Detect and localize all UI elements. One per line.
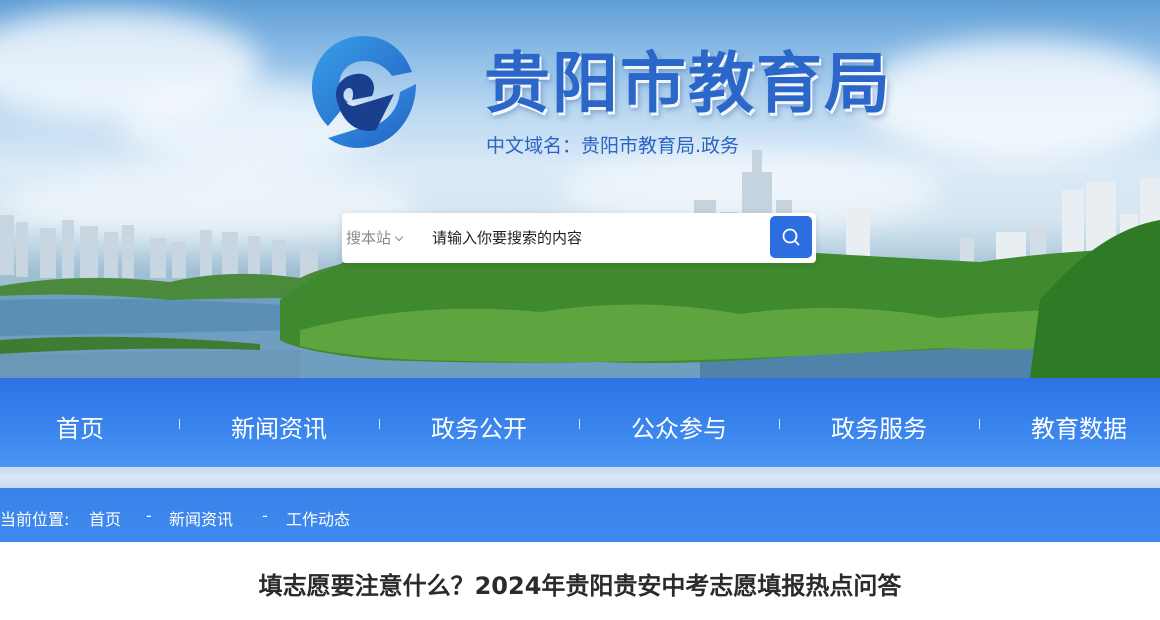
nav-separator (979, 419, 980, 429)
breadcrumb-separator: - (146, 506, 152, 525)
nav-separator (179, 419, 180, 429)
breadcrumb-link-news[interactable]: 新闻资讯 (169, 506, 233, 530)
breadcrumb: 当前位置: 首页 - 新闻资讯 - 工作动态 (0, 488, 1160, 542)
header-banner: 贵阳市教育局 中文域名：贵阳市教育局.政务 搜本站 (0, 0, 1160, 378)
search-input[interactable] (432, 223, 762, 253)
breadcrumb-link-home[interactable]: 首页 (89, 506, 121, 530)
nav-item-news[interactable]: 新闻资讯 (231, 409, 327, 444)
article-title: 填志愿要注意什么？2024年贵阳贵安中考志愿填报热点问答 (258, 572, 902, 600)
breadcrumb-link-work-updates[interactable]: 工作动态 (286, 506, 350, 530)
main-navigation: 首页 新闻资讯 政务公开 公众参与 政务服务 教育数据 (0, 378, 1160, 467)
nav-item-government-affairs[interactable]: 政务公开 (431, 409, 527, 444)
nav-separator (779, 419, 780, 429)
nav-separator (579, 419, 580, 429)
search-button[interactable] (770, 216, 812, 258)
search-scope-dropdown[interactable]: 搜本站 (346, 227, 404, 248)
site-title[interactable]: 贵阳市教育局 (484, 30, 892, 126)
breadcrumb-separator: - (262, 506, 268, 525)
nav-item-education-data[interactable]: 教育数据 (1031, 409, 1127, 444)
chinese-domain-text: 中文域名：贵阳市教育局.政务 (486, 135, 740, 157)
search-bar: 搜本站 (342, 213, 816, 263)
e-letter-swoosh-logo-icon (312, 36, 416, 148)
nav-item-public-participation[interactable]: 公众参与 (631, 409, 727, 444)
nav-item-home[interactable]: 首页 (56, 409, 104, 444)
search-icon (782, 228, 800, 246)
divider-band (0, 467, 1160, 488)
search-scope-label: 搜本站 (346, 229, 392, 247)
nav-item-government-services[interactable]: 政务服务 (831, 409, 927, 444)
nav-separator (379, 419, 380, 429)
breadcrumb-prefix: 当前位置: (0, 510, 70, 529)
logo-emblem[interactable] (308, 32, 420, 152)
chevron-down-icon (394, 232, 404, 242)
